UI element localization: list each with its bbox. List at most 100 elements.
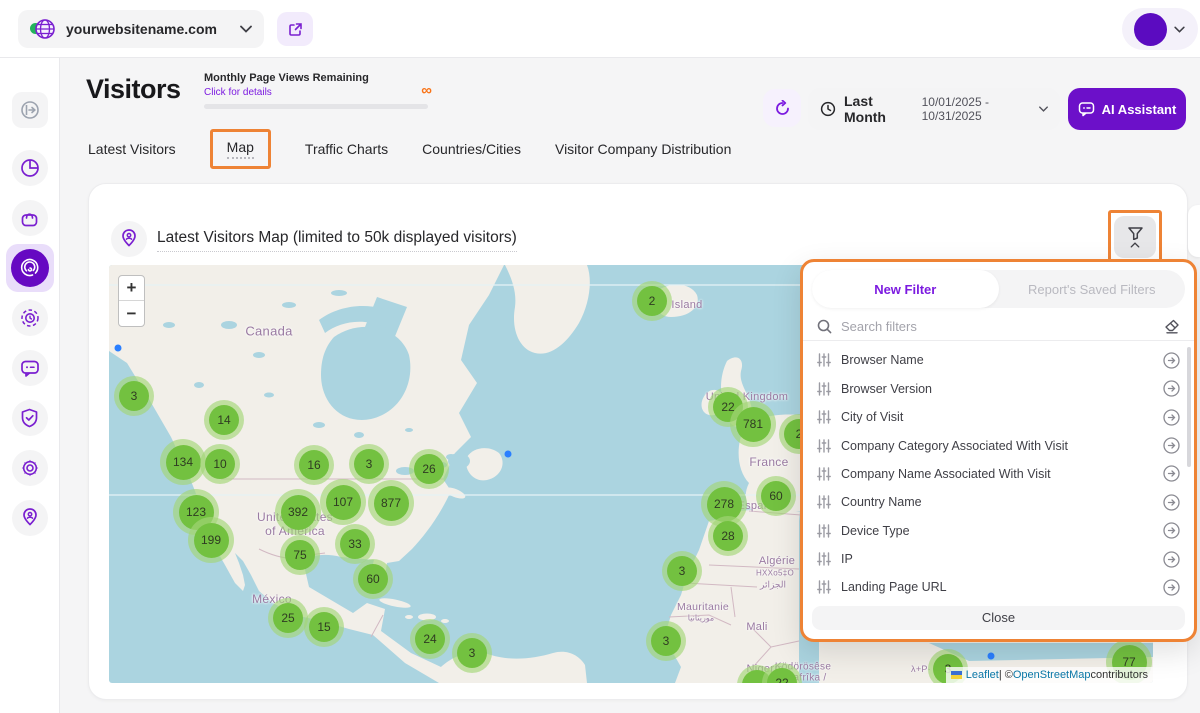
- filter-list-scrollbar[interactable]: [1187, 347, 1191, 467]
- sidebar-item-chat-feedback[interactable]: [12, 350, 48, 386]
- cluster-marker[interactable]: 75: [280, 535, 320, 575]
- cluster-marker[interactable]: 16: [294, 445, 334, 485]
- cluster-count: 392: [281, 495, 316, 530]
- cluster-marker[interactable]: 24: [410, 619, 450, 659]
- sidebar-item-gear[interactable]: [12, 450, 48, 486]
- arrow-circle-right-icon[interactable]: [1163, 380, 1180, 397]
- ukraine-flag-icon: [951, 671, 962, 679]
- tab-latest-visitors[interactable]: Latest Visitors: [88, 141, 176, 157]
- filter-close-button[interactable]: Close: [812, 606, 1185, 630]
- cluster-marker[interactable]: 107: [320, 479, 366, 525]
- filter-item-device-type[interactable]: Device Type: [803, 516, 1194, 544]
- sliders-icon: [817, 382, 831, 396]
- cluster-marker[interactable]: 3: [349, 444, 389, 484]
- date-range-selector[interactable]: Last Month 10/01/2025 - 10/31/2025: [808, 88, 1060, 130]
- cluster-count: 33: [340, 529, 370, 559]
- filter-item-company-category-associated-with-visit[interactable]: Company Category Associated With Visit: [803, 431, 1194, 459]
- cluster-marker[interactable]: 14: [204, 400, 244, 440]
- visitor-dot-marker[interactable]: [988, 653, 995, 660]
- page-title: Visitors: [86, 74, 181, 105]
- sidebar-item-shield-check[interactable]: [12, 400, 48, 436]
- cluster-count: 24: [415, 624, 445, 654]
- cluster-count: 107: [326, 485, 361, 520]
- filter-toggle-button[interactable]: [1114, 216, 1156, 258]
- arrow-circle-right-icon[interactable]: [1163, 579, 1180, 596]
- eraser-icon[interactable]: [1164, 319, 1180, 334]
- ai-assistant-button[interactable]: AI Assistant: [1068, 88, 1186, 130]
- report-tabs: Latest Visitors Map Traffic Charts Countrie…: [88, 129, 731, 169]
- arrow-circle-right-icon[interactable]: [1163, 352, 1180, 369]
- cluster-marker[interactable]: 199: [188, 517, 234, 563]
- filter-search-input[interactable]: [841, 319, 1164, 334]
- filter-item-ip[interactable]: IP: [803, 545, 1194, 573]
- sidebar-item-pie-chart[interactable]: [12, 150, 48, 186]
- edge-widget-handle[interactable]: [1188, 205, 1200, 257]
- cluster-marker[interactable]: 3: [114, 376, 154, 416]
- filter-item-country-name[interactable]: Country Name: [803, 488, 1194, 516]
- period-label: Last Month: [844, 93, 908, 125]
- refresh-button[interactable]: [763, 89, 801, 127]
- sidebar-item-visitors-radar[interactable]: [6, 244, 54, 292]
- tab-visitor-company-distribution[interactable]: Visitor Company Distribution: [555, 141, 731, 157]
- period-range: 10/01/2025 - 10/31/2025: [922, 95, 1033, 123]
- tab-countries-cities[interactable]: Countries/Cities: [422, 141, 521, 157]
- cluster-marker[interactable]: 877: [368, 480, 414, 526]
- gear-icon: [20, 458, 40, 478]
- filter-item-label: Browser Name: [841, 353, 1163, 367]
- filter-item-landing-page-url[interactable]: Landing Page URL: [803, 573, 1194, 601]
- leaflet-link[interactable]: Leaflet: [966, 669, 999, 681]
- filter-item-company-name-associated-with-visit[interactable]: Company Name Associated With Visit: [803, 460, 1194, 488]
- filter-search-row: [803, 312, 1194, 341]
- arrow-circle-right-icon[interactable]: [1163, 551, 1180, 568]
- quota-details-link[interactable]: Click for details: [204, 87, 430, 98]
- website-selector[interactable]: yourwebsitename.com: [18, 10, 264, 48]
- cluster-marker[interactable]: 2: [632, 281, 672, 321]
- arrow-circle-right-icon[interactable]: [1163, 437, 1180, 454]
- website-name: yourwebsitename.com: [66, 21, 240, 37]
- filter-item-label: IP: [841, 552, 1163, 566]
- tab-traffic-charts[interactable]: Traffic Charts: [305, 141, 388, 157]
- sidebar-item-visitor-pin[interactable]: [12, 500, 48, 536]
- collapse-sidebar-icon: [20, 100, 40, 120]
- cluster-count: 3: [457, 638, 487, 668]
- filter-item-label: Country Name: [841, 495, 1163, 509]
- tab-new-filter[interactable]: New Filter: [812, 270, 999, 308]
- cluster-marker[interactable]: 3: [662, 551, 702, 591]
- cluster-marker[interactable]: 10: [200, 444, 240, 484]
- attribution-separator: | ©: [999, 669, 1013, 681]
- sidebar-item-shopping-bag[interactable]: [12, 200, 48, 236]
- zoom-in-button[interactable]: +: [119, 276, 144, 301]
- cluster-marker[interactable]: 26: [409, 449, 449, 489]
- tab-map[interactable]: Map: [227, 139, 254, 159]
- filter-item-browser-version[interactable]: Browser Version: [803, 375, 1194, 403]
- cluster-marker[interactable]: 33: [335, 524, 375, 564]
- quota-widget: Monthly Page Views Remaining Click for d…: [204, 72, 430, 109]
- visitor-dot-marker[interactable]: [115, 345, 122, 352]
- sidebar-item-collapse-sidebar[interactable]: [12, 92, 48, 128]
- visitor-dot-marker[interactable]: [505, 451, 512, 458]
- arrow-circle-right-icon[interactable]: [1163, 494, 1180, 511]
- arrow-circle-right-icon[interactable]: [1163, 522, 1180, 539]
- account-menu[interactable]: [1122, 8, 1198, 50]
- cluster-marker[interactable]: 60: [756, 476, 796, 516]
- sidebar-item-session-recording[interactable]: [12, 300, 48, 336]
- cluster-marker[interactable]: 3: [646, 621, 686, 661]
- sliders-icon: [817, 580, 831, 594]
- filter-list: Browser Name Browser VersionCity of Visit…: [803, 341, 1194, 602]
- cluster-marker[interactable]: 392: [275, 489, 321, 535]
- arrow-circle-right-icon[interactable]: [1163, 465, 1180, 482]
- cluster-marker[interactable]: 28: [708, 516, 748, 556]
- zoom-out-button[interactable]: −: [119, 301, 144, 326]
- filter-item-browser-name[interactable]: Browser Name: [803, 346, 1194, 374]
- arrow-circle-right-icon[interactable]: [1163, 409, 1180, 426]
- tab-saved-filters[interactable]: Report's Saved Filters: [999, 270, 1186, 308]
- cluster-marker[interactable]: 25: [268, 598, 308, 638]
- open-website-button[interactable]: [277, 12, 313, 46]
- cluster-marker[interactable]: 60: [353, 559, 393, 599]
- openstreetmap-link[interactable]: OpenStreetMap: [1013, 669, 1091, 681]
- cluster-marker[interactable]: 15: [304, 607, 344, 647]
- cluster-marker[interactable]: 781: [730, 401, 776, 447]
- cluster-marker[interactable]: 3: [452, 633, 492, 673]
- filter-item-city-of-visit[interactable]: City of Visit: [803, 403, 1194, 431]
- refresh-icon: [774, 100, 791, 117]
